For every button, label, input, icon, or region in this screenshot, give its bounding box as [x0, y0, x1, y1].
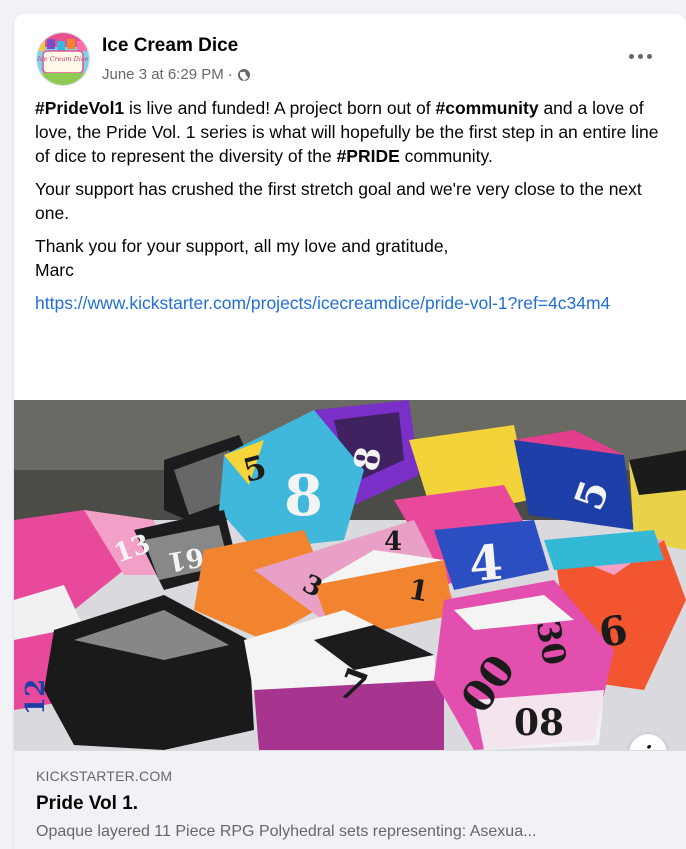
hashtag-community[interactable]: #community [436, 98, 539, 118]
paragraph-1-text-a: is live and funded! A project born out o… [124, 98, 436, 118]
more-dot [637, 53, 643, 59]
avatar-text: Ice Cream Dice [37, 55, 89, 63]
die-number: 30 [529, 618, 574, 668]
post-paragraph-1: #PrideVol1 is live and funded! A project… [35, 96, 675, 168]
die-number: 12 [21, 679, 51, 715]
hashtag-pride[interactable]: #PRIDE [337, 146, 400, 166]
signature: Marc [35, 260, 74, 280]
die-number: 08 [514, 702, 564, 744]
more-dot [646, 53, 652, 59]
post-header: Ice Cream Dice Ice Cream Dice June 3 at … [14, 14, 686, 94]
post-timestamp[interactable]: June 3 at 6:29 PM [102, 66, 224, 83]
post-paragraph-2: Your support has crushed the first stret… [35, 179, 642, 223]
link-preview-image[interactable]: 8 5 8 4 5 6 7 00 30 08 13 61 3 4 1 12 [14, 400, 686, 750]
post-card: Ice Cream Dice Ice Cream Dice June 3 at … [14, 14, 686, 849]
post-paragraph-3: Thank you for your support, all my love … [35, 234, 675, 282]
avatar-logo: Ice Cream Dice [37, 33, 89, 85]
more-dot [628, 53, 634, 59]
preview-domain: KICKSTARTER.COM [36, 768, 173, 784]
post-body: #PrideVol1 is live and funded! A project… [35, 96, 675, 315]
dice-photo: 8 5 8 4 5 6 7 00 30 08 13 61 3 4 1 12 [14, 400, 686, 750]
preview-title[interactable]: Pride Vol 1. [36, 793, 138, 815]
paragraph-1-text-c: community. [399, 146, 493, 166]
kickstarter-link[interactable]: https://www.kickstarter.com/projects/ice… [35, 291, 675, 315]
die-number: 8 [284, 463, 323, 529]
globe-icon[interactable] [237, 68, 251, 82]
post-meta: June 3 at 6:29 PM · [102, 66, 251, 83]
page-avatar[interactable]: Ice Cream Dice [36, 32, 90, 86]
author-name[interactable]: Ice Cream Dice [102, 35, 238, 57]
link-preview[interactable]: KICKSTARTER.COM Pride Vol 1. Opaque laye… [14, 750, 686, 849]
paragraph-3-line-1: Thank you for your support, all my love … [35, 236, 449, 256]
die-number: 61 [165, 541, 206, 577]
hashtag-pridevol1[interactable]: #PrideVol1 [35, 98, 124, 118]
meta-separator: · [227, 66, 233, 83]
die-number: 4 [384, 527, 402, 557]
preview-description: Opaque layered 11 Piece RPG Polyhedral s… [36, 823, 537, 840]
more-options-icon[interactable] [622, 44, 658, 68]
die-number: 4 [467, 534, 505, 593]
